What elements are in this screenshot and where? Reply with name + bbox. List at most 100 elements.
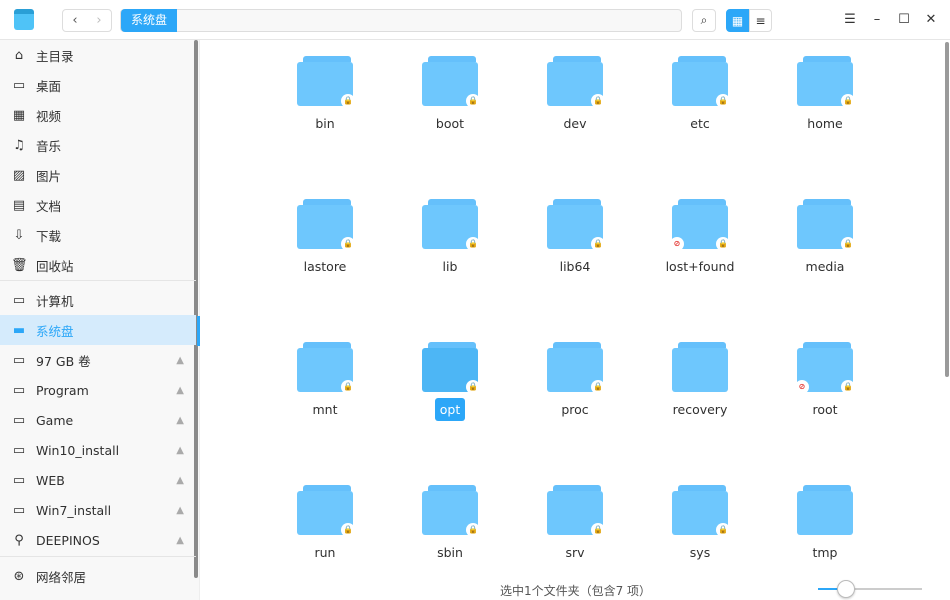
sidebar-item-icon: ▭	[12, 472, 26, 488]
folder-name: tmp	[812, 545, 838, 560]
sidebar-item[interactable]: ♫ 音乐	[0, 130, 196, 160]
folder-item[interactable]: 🔒 media	[770, 183, 880, 283]
folder-item[interactable]: 🔒 lib64	[520, 183, 630, 283]
minimize-icon[interactable]: –	[867, 10, 887, 30]
sidebar-item-icon: ▬	[12, 322, 26, 338]
sidebar-item-label: Game	[36, 412, 74, 428]
folder-item[interactable]: 🔒 ⊘ lost+found	[645, 183, 755, 283]
file-grid: 🔒 bin 🔒 boot 🔒 dev 🔒 etc 🔒 home 🔒 lastore 🔒 lib 🔒 lib64…	[201, 40, 950, 578]
close-icon[interactable]: ✕	[921, 10, 941, 30]
folder-item[interactable]: recovery	[645, 326, 755, 426]
lock-icon: 🔒	[716, 523, 730, 537]
sidebar-item-icon: ▭	[12, 412, 26, 428]
folder-item[interactable]: 🔒 bin	[270, 40, 380, 140]
slider-handle[interactable]	[837, 580, 856, 598]
sidebar-item[interactable]: ▤ 文档	[0, 190, 196, 220]
sidebar-item-icon: ▭	[12, 382, 26, 398]
lock-icon: 🔒	[716, 237, 730, 251]
sidebar: ⌂ 主目录 ▭ 桌面 ▦ 视频 ♫ 音乐 ▨ 图片 ▤ 文档 ⇩ 下载 🗑 回收站 ▭ 计算机 ▬ 系统盘 ▭ 97 GB…	[0, 40, 200, 600]
folder-icon: 🔒	[297, 56, 355, 108]
breadcrumb-system-disk[interactable]: 系统盘	[121, 9, 178, 32]
folder-item[interactable]: 🔒 sbin	[395, 469, 505, 569]
folder-name: boot	[435, 116, 465, 131]
sidebar-item[interactable]: ▭ Win10_install ▲	[0, 435, 196, 465]
folder-name: sys	[689, 545, 711, 560]
sidebar-item[interactable]: ▭ 计算机	[0, 285, 196, 315]
folder-icon: 🔒 ⊘	[795, 342, 855, 394]
folder-icon: 🔒	[797, 56, 855, 108]
folder-icon: 🔒	[422, 199, 480, 251]
sidebar-item[interactable]: ⚲ DEEPINOS ▲	[0, 525, 196, 555]
sidebar-item-icon: ⇩	[13, 227, 25, 243]
icon-size-slider[interactable]	[818, 580, 922, 598]
folder-item[interactable]: 🔒 home	[770, 40, 880, 140]
sidebar-item[interactable]: ▦ 视频	[0, 100, 196, 130]
app-logo-icon	[14, 9, 34, 30]
back-button[interactable]: ‹	[63, 10, 87, 31]
icon-view-button[interactable]: ▦	[726, 9, 749, 32]
folder-item[interactable]: 🔒 opt	[395, 326, 505, 426]
sidebar-item[interactable]: ▭ 97 GB 卷 ▲	[0, 345, 196, 375]
folder-name: opt	[434, 398, 466, 421]
sidebar-item-icon: ▦	[12, 107, 26, 123]
sidebar-item[interactable]: ▭ 桌面	[0, 70, 196, 100]
folder-item[interactable]: 🔒 boot	[395, 40, 505, 140]
sidebar-item[interactable]: 🗑 回收站	[0, 250, 196, 280]
title-bar: ‹ › 系统盘 ⌕ ▦ ≡ ☰ – ☐ ✕	[0, 0, 950, 40]
folder-item[interactable]: 🔒 lastore	[270, 183, 380, 283]
folder-icon	[797, 485, 853, 535]
sidebar-item-label: 主目录	[36, 48, 74, 64]
lock-icon: 🔒	[466, 94, 480, 108]
menu-icon[interactable]: ☰	[840, 10, 860, 30]
sidebar-item[interactable]: ▭ WEB ▲	[0, 465, 196, 495]
folder-item[interactable]: 🔒 lib	[395, 183, 505, 283]
sidebar-item[interactable]: ⌂ 主目录	[0, 40, 196, 70]
folder-item[interactable]: 🔒 dev	[520, 40, 630, 140]
sidebar-item[interactable]: ▨ 图片	[0, 160, 196, 190]
sidebar-item[interactable]: ▬ 系统盘	[0, 315, 196, 345]
eject-icon[interactable]: ▲	[176, 505, 184, 516]
lock-icon: 🔒	[466, 237, 480, 251]
folder-icon: 🔒	[672, 485, 730, 537]
selection-indicator	[197, 316, 200, 346]
lock-icon: 🔒	[341, 380, 355, 394]
folder-icon: 🔒	[422, 342, 480, 394]
search-icon[interactable]: ⌕	[692, 9, 716, 32]
sidebar-item-icon: ▭	[12, 77, 26, 93]
folder-item[interactable]: 🔒 etc	[645, 40, 755, 140]
address-bar[interactable]: 系统盘	[120, 9, 682, 32]
main-scrollbar[interactable]	[945, 42, 949, 377]
folder-item[interactable]: 🔒 proc	[520, 326, 630, 426]
sidebar-item[interactable]: ⇩ 下载	[0, 220, 196, 250]
sidebar-item[interactable]: ▭ Program ▲	[0, 375, 196, 405]
divider	[0, 556, 196, 557]
eject-icon[interactable]: ▲	[176, 355, 184, 366]
eject-icon[interactable]: ▲	[176, 535, 184, 546]
folder-icon: 🔒 ⊘	[670, 199, 730, 251]
folder-item[interactable]: 🔒 srv	[520, 469, 630, 569]
eject-icon[interactable]: ▲	[176, 475, 184, 486]
sidebar-item-label: Program	[36, 382, 89, 398]
folder-item[interactable]: 🔒 sys	[645, 469, 755, 569]
folder-item[interactable]: 🔒 ⊘ root	[770, 326, 880, 426]
folder-name: dev	[563, 116, 587, 131]
sidebar-item-icon: 🗑	[11, 257, 28, 273]
sidebar-item[interactable]: ▭ Game ▲	[0, 405, 196, 435]
sidebar-item-icon: ⚲	[14, 532, 24, 548]
folder-icon: 🔒	[297, 199, 355, 251]
folder-name: proc	[561, 402, 589, 417]
eject-icon[interactable]: ▲	[176, 415, 184, 426]
folder-item[interactable]: tmp	[770, 469, 880, 569]
list-view-button[interactable]: ≡	[749, 9, 772, 32]
sidebar-item-label: 下载	[36, 228, 62, 244]
eject-icon[interactable]: ▲	[176, 445, 184, 456]
eject-icon[interactable]: ▲	[176, 385, 184, 396]
forward-button[interactable]: ›	[87, 10, 111, 31]
sidebar-item-icon: ⊛	[13, 568, 25, 584]
maximize-icon[interactable]: ☐	[894, 10, 914, 30]
sidebar-item[interactable]: ⊛ 网络邻居	[0, 561, 196, 591]
sidebar-item[interactable]: ▭ Win7_install ▲	[0, 495, 196, 525]
folder-item[interactable]: 🔒 mnt	[270, 326, 380, 426]
folder-item[interactable]: 🔒 run	[270, 469, 380, 569]
sidebar-item-label: Win10_install	[36, 442, 120, 458]
